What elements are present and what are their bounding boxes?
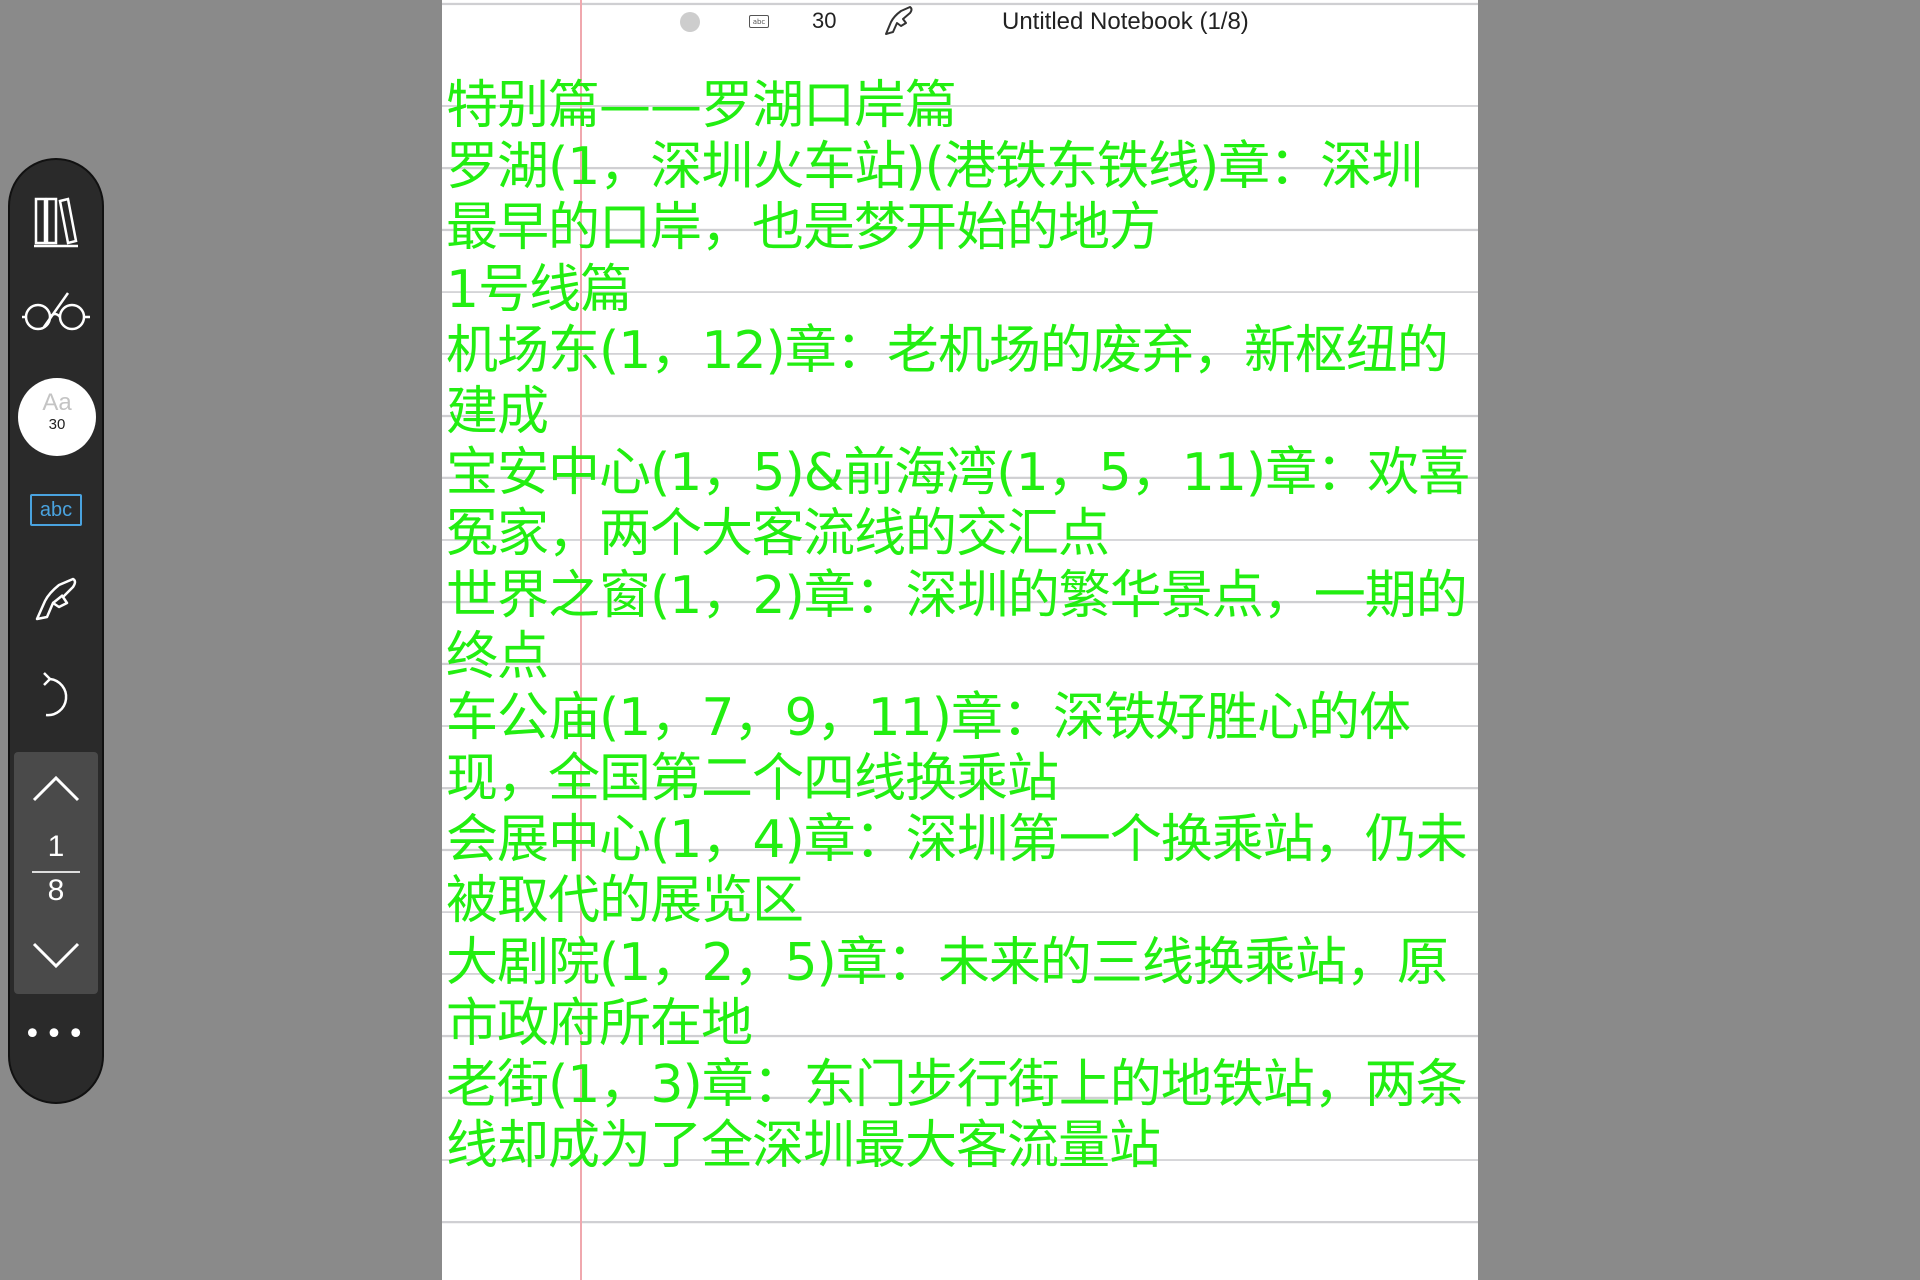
font-size-aa-label: Aa [42,389,72,416]
text-line: 线却成为了全深圳最大客流量站 [446,1116,1161,1177]
pen-hand-icon [35,577,77,621]
library-icon [34,197,78,248]
reading-mode-button[interactable] [10,272,102,352]
text-line: 终点 [446,626,549,687]
font-size-value: 30 [48,416,66,433]
library-button[interactable] [10,182,102,262]
text-mode-icon[interactable]: abc [749,15,769,28]
left-toolbar: Aa 30 abc 1 8 ••• [8,158,104,1104]
text-line: 世界之窗(1，2)章：深圳的繁华景点，一期的 [446,565,1468,626]
text-line: 老街(1，3)章：东门步行街上的地铁站，两条 [446,1055,1468,1115]
notebook-page[interactable]: abc 30 Untitled Notebook (1/8) 特别篇——罗湖口岸… [442,0,1478,1280]
text-line: 大剧院(1，2，5)章：未来的三线换乘站，原 [446,932,1449,993]
text-line: 罗湖(1，深圳火车站)(港铁东铁线)章：深圳 [446,137,1423,198]
notebook-title: Untitled Notebook (1/8) [1002,8,1249,35]
current-page-number: 1 [47,830,65,863]
undo-icon [43,672,68,717]
text-line: 被取代的展览区 [446,871,804,932]
text-line: 特别篇——罗湖口岸篇 [446,76,957,136]
page-fraction-divider [32,871,80,873]
text-line: 市政府所在地 [446,993,753,1054]
text-line: 1号线篇 [446,259,632,320]
chevron-up-icon [32,775,80,802]
text-line: 车公庙(1，7，9，11)章：深铁好胜心的体 [446,687,1411,748]
text-line: 最早的口岸，也是梦开始的地方 [446,198,1161,259]
font-size-button[interactable]: Aa 30 [18,378,96,456]
page-navigator: 1 8 [14,752,98,994]
text-line: 会展中心(1，4)章：深圳第一个换乘站，仍未 [446,810,1468,871]
header-font-size[interactable]: 30 [812,8,836,34]
undo-button[interactable] [10,656,102,736]
next-page-button[interactable] [14,930,98,980]
pen-color-dot[interactable] [680,12,700,32]
chevron-down-icon [32,942,80,969]
total-page-number: 8 [47,874,65,907]
pen-icon[interactable] [882,4,916,38]
previous-page-button[interactable] [14,762,98,812]
text-line: 建成 [446,381,549,442]
handwriting-content[interactable]: 特别篇——罗湖口岸篇 罗湖(1，深圳火车站)(港铁东铁线)章：深圳 最早的口岸，也是… [446,76,1476,1177]
text-line: 宝安中心(1，5)&前海湾(1，5，11)章：欢喜 [446,443,1470,504]
app-screen: Aa 30 abc 1 8 ••• abc 30 Untitled Notebo… [0,0,1920,1280]
text-tool-button[interactable]: abc [30,494,82,526]
page-header: abc 30 Untitled Notebook (1/8) [442,0,1478,44]
more-options-button[interactable]: ••• [10,1020,102,1050]
pen-tool-button[interactable] [10,560,102,640]
text-line: 现，全国第二个四线换乘站 [446,749,1059,810]
text-line: 冤家，两个大客流线的交汇点 [446,504,1110,565]
text-line: 机场东(1，12)章：老机场的废弃，新枢纽的 [446,320,1449,381]
glasses-icon [22,292,90,331]
